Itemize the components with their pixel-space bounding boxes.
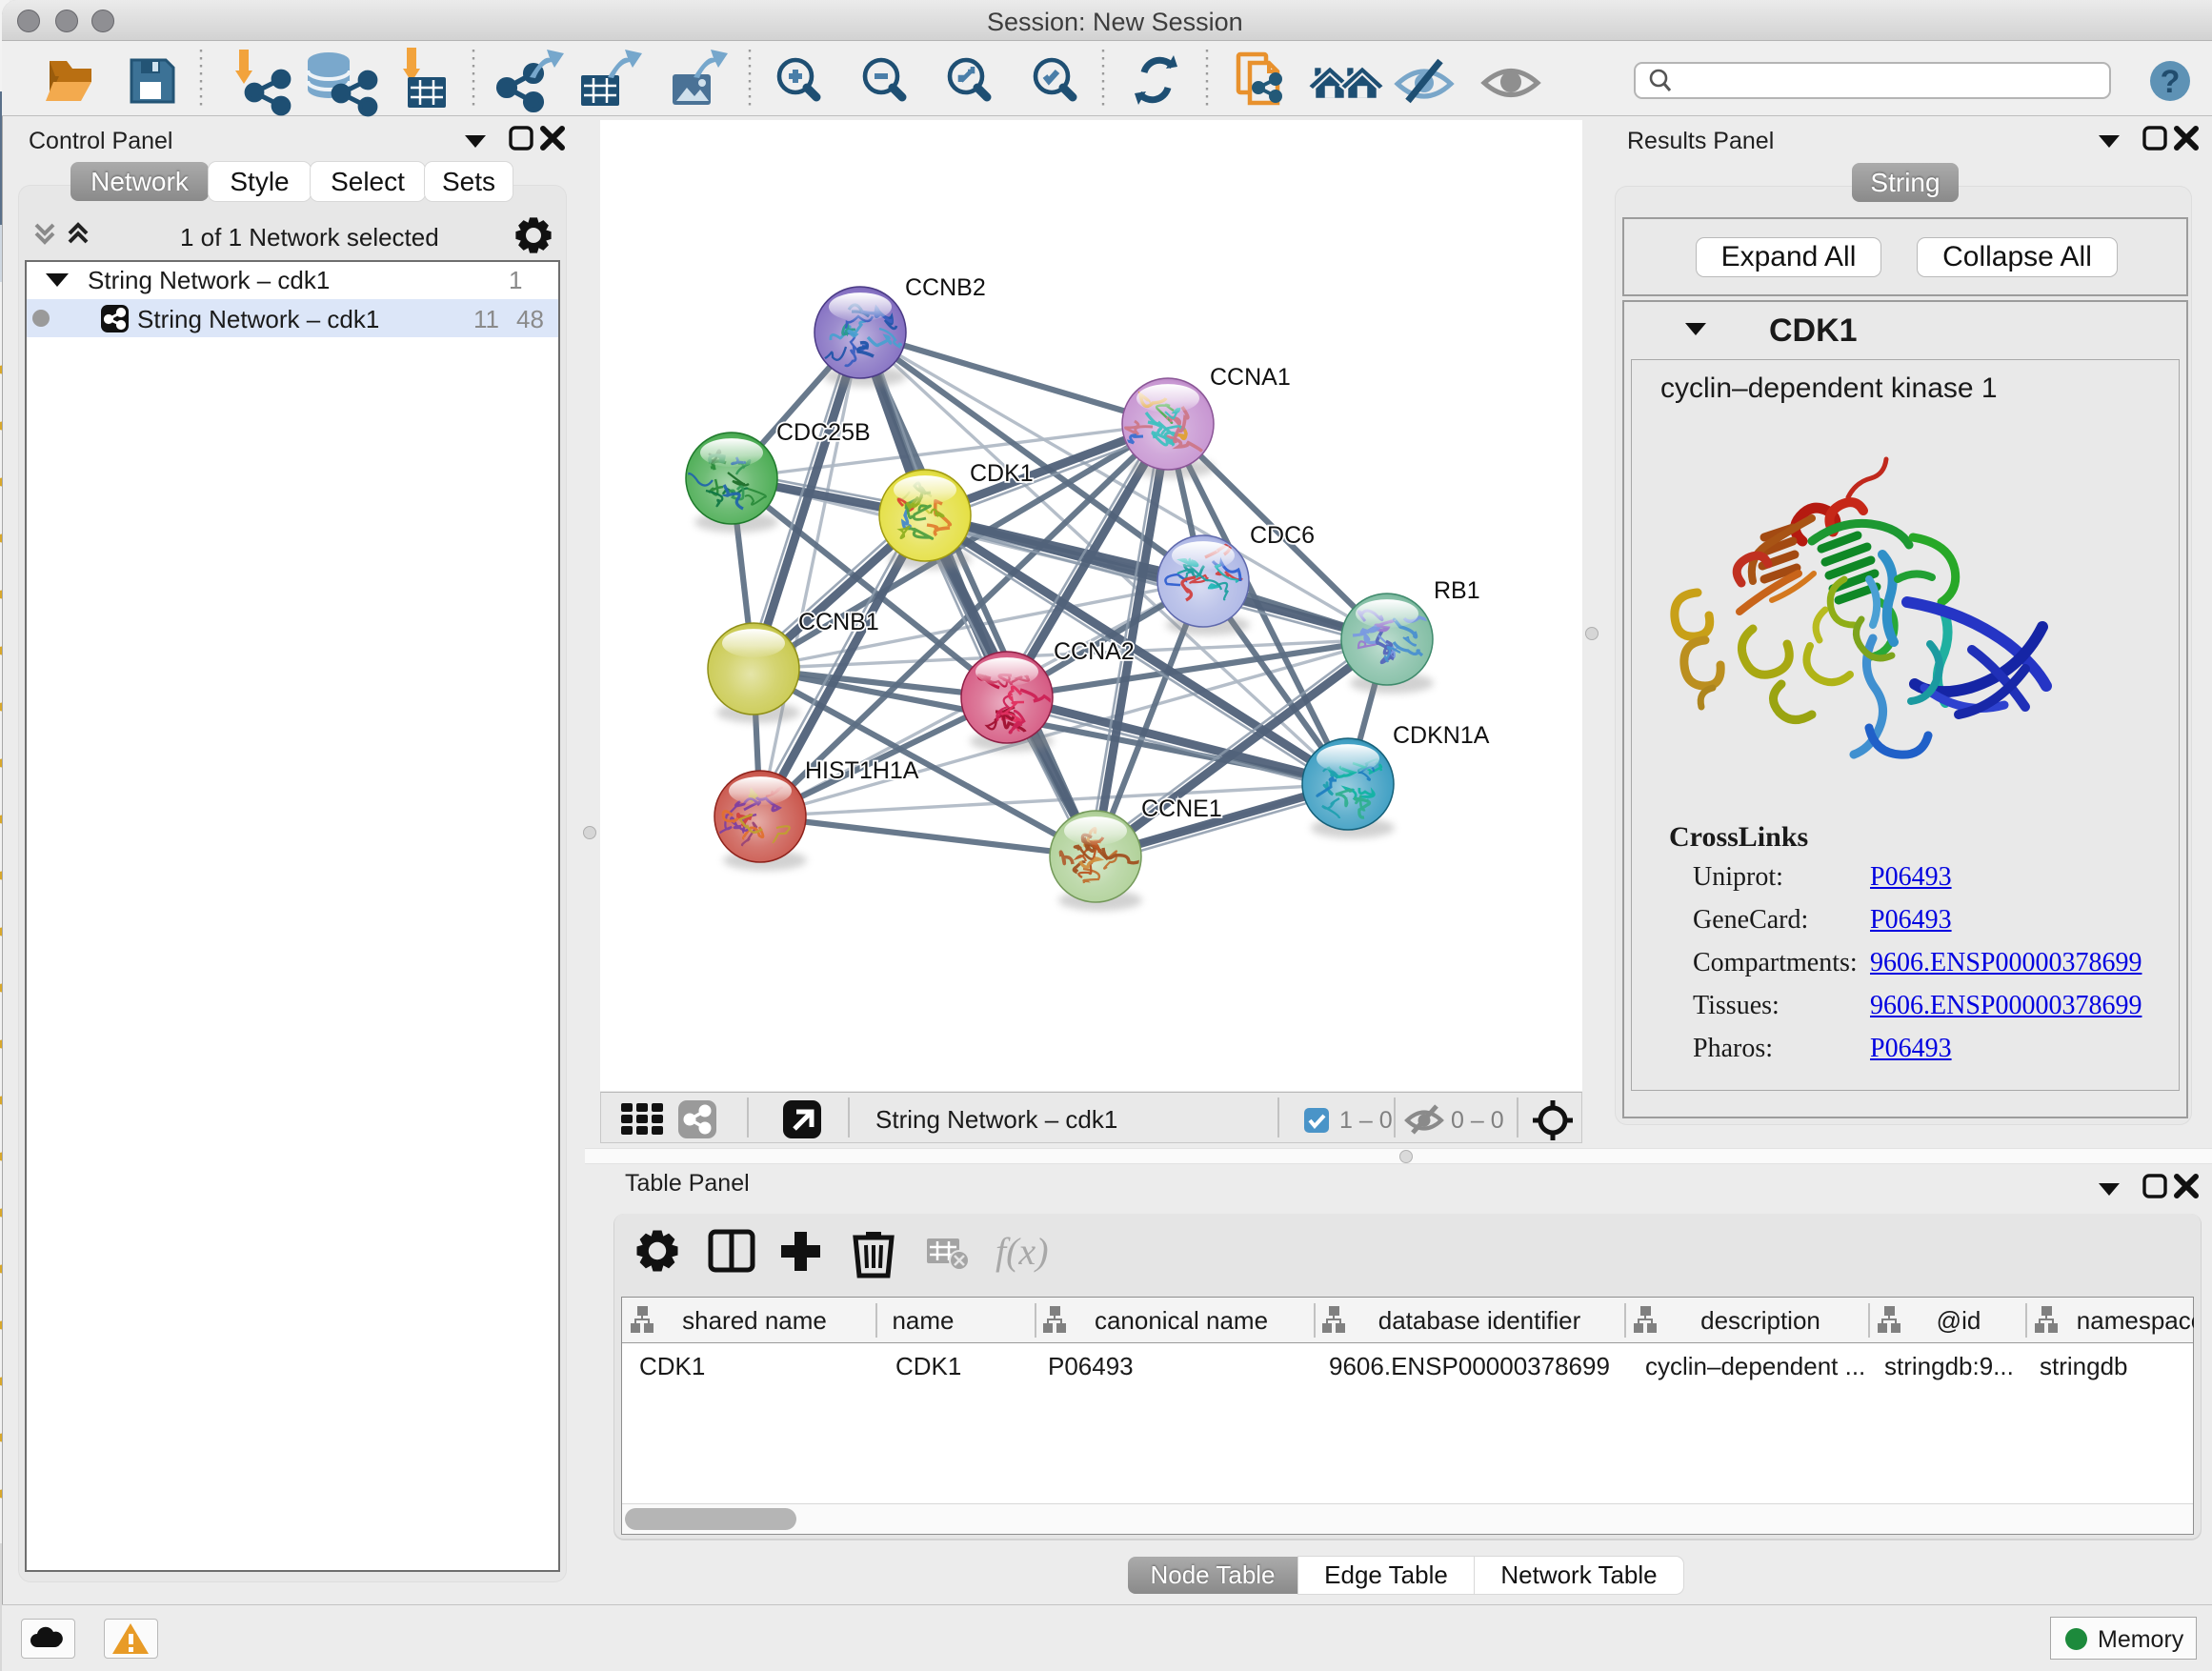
svg-text:f(x): f(x) xyxy=(995,1230,1049,1273)
svg-text:P06493: P06493 xyxy=(1048,1352,1134,1380)
svg-text:stringdb: stringdb xyxy=(2040,1352,2128,1380)
svg-text:shared name: shared name xyxy=(682,1306,827,1335)
svg-text:@id: @id xyxy=(1937,1306,1981,1335)
svg-text:name: name xyxy=(892,1306,954,1335)
svg-text:CCNA2: CCNA2 xyxy=(1054,638,1135,665)
svg-text:namespace: namespace xyxy=(2077,1306,2194,1335)
svg-text:0 – 0: 0 – 0 xyxy=(1451,1107,1504,1134)
svg-text:CDKN1A: CDKN1A xyxy=(1393,722,1490,749)
svg-text:?: ? xyxy=(2161,64,2181,100)
svg-text:database identifier: database identifier xyxy=(1378,1306,1581,1335)
svg-text:description: description xyxy=(1700,1306,1820,1335)
svg-text:9606.ENSP00000378699: 9606.ENSP00000378699 xyxy=(1329,1352,1610,1380)
svg-text:canonical name: canonical name xyxy=(1095,1306,1268,1335)
svg-text:stringdb:9...: stringdb:9... xyxy=(1884,1352,2014,1380)
svg-text:CCNB2: CCNB2 xyxy=(905,274,986,301)
svg-text:CDC6: CDC6 xyxy=(1250,522,1315,549)
svg-text:CDK1: CDK1 xyxy=(639,1352,705,1380)
svg-text:CCNA1: CCNA1 xyxy=(1210,364,1291,391)
svg-text:CCNE1: CCNE1 xyxy=(1141,795,1222,822)
svg-text:CDC25B: CDC25B xyxy=(776,419,871,446)
svg-text:CCNB1: CCNB1 xyxy=(798,609,879,635)
svg-text:cyclin–dependent ...: cyclin–dependent ... xyxy=(1645,1352,1865,1380)
svg-text:RB1: RB1 xyxy=(1434,577,1480,604)
svg-text:CDK1: CDK1 xyxy=(970,460,1034,487)
svg-text:HIST1H1A: HIST1H1A xyxy=(805,757,919,784)
svg-text:CDK1: CDK1 xyxy=(895,1352,961,1380)
svg-text:1 – 0: 1 – 0 xyxy=(1339,1107,1393,1134)
svg-text:String Network – cdk1: String Network – cdk1 xyxy=(875,1105,1117,1134)
